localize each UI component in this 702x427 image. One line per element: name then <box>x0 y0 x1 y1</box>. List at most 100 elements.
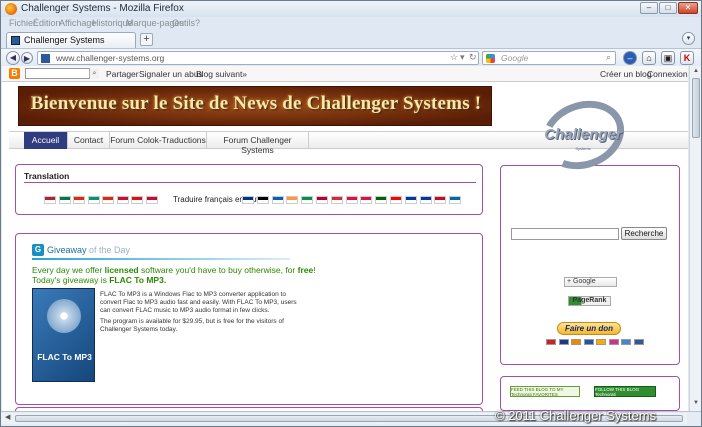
sidebar-search-button[interactable]: Recherche <box>621 227 667 240</box>
giveaway-widget: G Giveaway of the Day Every day we offer… <box>32 244 316 382</box>
copyright-watermark: © 2011 Challenger Systems <box>495 408 657 423</box>
language-flag-icon[interactable] <box>390 196 402 204</box>
tab-challenger-systems[interactable]: Challenger Systems <box>6 32 136 48</box>
language-flag-icon[interactable] <box>404 196 417 204</box>
technorati-favorites-badge[interactable]: FEED THIS BLOG TO MY Technorati FAVORITE… <box>510 386 580 397</box>
language-flag-icon[interactable] <box>375 196 388 204</box>
create-blog-link[interactable]: Créer un blog <box>600 69 652 79</box>
language-flag-icon[interactable] <box>44 196 56 204</box>
url-text: www.challenger-systems.org <box>56 53 165 63</box>
nav-tab-contact[interactable]: Contact <box>68 132 110 149</box>
scroll-thumb[interactable] <box>692 78 700 138</box>
bookmark-star-icon[interactable]: ☆ <box>450 52 458 63</box>
back-icon[interactable]: ◀ <box>6 51 20 65</box>
pagerank-badge: PageRank <box>568 296 611 306</box>
giveaway-intro-end: ! <box>313 265 316 275</box>
menu-fichier[interactable]: Fichier <box>9 18 36 28</box>
home-icon[interactable]: ⌂ <box>642 51 656 65</box>
next-blog-link[interactable]: Blog suivant» <box>196 69 247 79</box>
product-box-image[interactable]: FLAC To MP3 <box>32 288 95 382</box>
forward-icon[interactable]: ▶ <box>21 52 33 64</box>
nav-tab-forum-colok[interactable]: Forum Colok-Traductions <box>110 132 207 149</box>
maximize-button[interactable]: □ <box>659 2 677 14</box>
giveaway-logo-icon: G <box>32 244 44 256</box>
tab-list-icon[interactable]: ▾ <box>682 32 695 45</box>
giveaway-title-rest: of the Day <box>86 245 131 255</box>
language-flag-icon[interactable] <box>271 196 284 204</box>
site-favicon-icon <box>11 36 20 45</box>
menu-edition[interactable]: Édition <box>33 18 61 28</box>
language-flag-icon[interactable] <box>145 196 158 204</box>
language-flag-icon[interactable] <box>58 196 71 204</box>
kaspersky-icon[interactable]: K <box>680 51 694 65</box>
giveaway-product-name[interactable]: FLAC To MP3. <box>109 275 166 285</box>
menu-help[interactable]: ? <box>195 18 200 28</box>
payment-card-icon <box>546 339 556 345</box>
blogger-navbar: B ⌕ Partager Signaler un abus Blog suiva… <box>2 66 688 82</box>
blog-search-icon[interactable]: ⌕ <box>89 68 99 79</box>
title-bar: Challenger Systems - Mozilla Firefox – □… <box>1 1 701 17</box>
language-flag-icon[interactable] <box>330 196 343 204</box>
language-flag-icon[interactable] <box>87 196 100 204</box>
payment-card-icon <box>583 339 594 345</box>
translation-title: Translation <box>24 171 70 181</box>
language-flag-icon[interactable] <box>73 196 85 204</box>
language-flag-icon[interactable] <box>286 196 299 204</box>
url-bar[interactable]: www.challenger-systems.org ☆ ▾ ↻ <box>37 51 479 65</box>
report-abuse-link[interactable]: Signaler un abus <box>139 69 203 79</box>
nav-tab-accueil[interactable]: Accueil <box>24 132 68 149</box>
nav-tab-forum-challenger[interactable]: Forum Challenger Systems <box>207 132 309 155</box>
blog-search-input[interactable] <box>25 68 99 79</box>
giveaway-divider <box>32 258 290 260</box>
vertical-scrollbar[interactable]: ▲ ▼ <box>689 66 701 411</box>
minimize-button[interactable]: – <box>640 2 658 14</box>
language-flag-icon[interactable] <box>316 196 328 204</box>
language-flag-icon[interactable] <box>449 196 462 204</box>
url-dropdown-icon[interactable]: ▾ <box>460 52 465 63</box>
search-field[interactable]: Google ⌕ <box>482 51 616 65</box>
language-flag-icon[interactable] <box>131 196 143 204</box>
downloads-icon[interactable]: ▣ <box>661 51 675 65</box>
search-magnifier-icon[interactable]: ⌕ <box>606 52 611 63</box>
payment-card-icon <box>596 339 606 345</box>
payment-card-icon <box>621 339 631 345</box>
technorati-panel: FEED THIS BLOG TO MY Technorati FAVORITE… <box>500 376 680 411</box>
scroll-left-icon[interactable]: ◀ <box>5 413 10 421</box>
login-link[interactable]: Connexion <box>647 69 688 79</box>
addon-icon[interactable]: – <box>623 51 637 65</box>
share-link[interactable]: Partager <box>106 69 139 79</box>
language-flag-icon[interactable] <box>419 196 432 204</box>
window-title: Challenger Systems - Mozilla Firefox <box>21 3 184 14</box>
scroll-up-icon[interactable]: ▲ <box>692 68 700 76</box>
giveaway-today: Today's giveaway is FLAC To MP3. <box>32 275 166 285</box>
menu-outils[interactable]: Outils <box>172 18 195 28</box>
language-flag-icon[interactable] <box>256 196 269 204</box>
payment-card-icon <box>571 339 581 345</box>
menu-affichage[interactable]: Affichage <box>59 18 96 28</box>
giveaway-intro: Every day we offer licensed software you… <box>32 265 316 275</box>
language-flag-icon[interactable] <box>301 196 314 204</box>
technorati-follow-badge[interactable]: FOLLOW THIS BLOG Technorati <box>594 386 656 397</box>
sidebar-search-input[interactable] <box>511 228 619 240</box>
donate-button[interactable]: Faire un don <box>557 322 621 335</box>
scroll-down-icon[interactable]: ▼ <box>692 400 700 408</box>
reload-icon[interactable]: ↻ <box>469 52 477 63</box>
language-flag-icon[interactable] <box>360 196 373 204</box>
close-button[interactable]: ✕ <box>678 2 698 14</box>
language-flag-icon[interactable] <box>102 196 114 204</box>
language-flag-icon[interactable] <box>116 196 129 204</box>
language-flag-icon[interactable] <box>242 196 254 204</box>
language-flag-icon[interactable] <box>434 196 447 204</box>
translation-panel: Translation Traduire français en Dutch <box>15 164 483 215</box>
new-tab-button[interactable]: + <box>140 33 153 46</box>
page-content: Bienvenue sur le Site de News de Challen… <box>2 82 688 411</box>
giveaway-title[interactable]: Giveaway of the Day <box>47 245 130 255</box>
search-placeholder: Google <box>501 53 529 63</box>
tab-label: Challenger Systems <box>24 35 105 45</box>
giveaway-panel: G Giveaway of the Day Every day we offer… <box>15 233 483 405</box>
language-flag-icon[interactable] <box>345 196 358 204</box>
add-to-google-button[interactable]: + Google <box>564 277 617 287</box>
logo-text: Challenger <box>544 126 622 143</box>
blogger-logo-icon[interactable]: B <box>9 68 20 79</box>
giveaway-today-text: Today's giveaway is <box>32 275 110 285</box>
